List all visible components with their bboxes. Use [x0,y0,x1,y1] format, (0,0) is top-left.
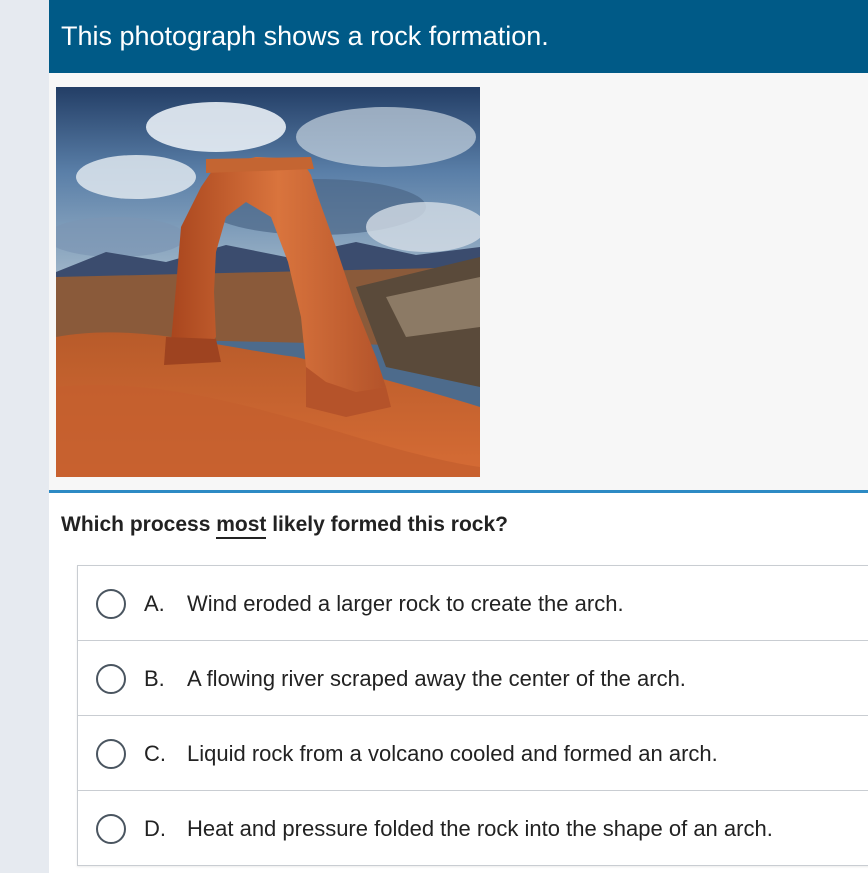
prompt-emphasis: most [216,513,267,540]
option-d-letter: D. [144,816,166,841]
passage-header: This photograph shows a rock formation. [49,0,868,73]
left-gutter [0,0,49,873]
radio-button-c[interactable] [96,739,126,769]
radio-button-a[interactable] [96,589,126,619]
option-a[interactable]: A. Wind eroded a larger rock to create t… [78,566,868,641]
prompt-text-before: Which process [61,513,217,536]
option-d[interactable]: D. Heat and pressure folded the rock int… [78,791,868,865]
option-d-text: Heat and pressure folded the rock into t… [187,816,773,841]
option-b-letter: B. [144,666,165,691]
option-b[interactable]: B. A flowing river scraped away the cent… [78,641,868,716]
option-a-letter: A. [144,591,165,616]
option-c-letter: C. [144,741,166,766]
passage-panel: This photograph shows a rock formation. [49,0,868,493]
rock-arch-photo [56,87,480,477]
option-b-text: A flowing river scraped away the center … [187,666,686,691]
option-c[interactable]: C. Liquid rock from a volcano cooled and… [78,716,868,791]
radio-button-d[interactable] [96,814,126,844]
option-a-text: Wind eroded a larger rock to create the … [187,591,624,616]
question-prompt: Which process most likely formed this ro… [61,513,508,540]
radio-button-b[interactable] [96,664,126,694]
question-area: Which process most likely formed this ro… [49,493,868,873]
option-c-text: Liquid rock from a volcano cooled and fo… [187,741,718,766]
prompt-text-after: likely formed this rock? [266,513,508,536]
answer-options: A. Wind eroded a larger rock to create t… [77,565,868,866]
